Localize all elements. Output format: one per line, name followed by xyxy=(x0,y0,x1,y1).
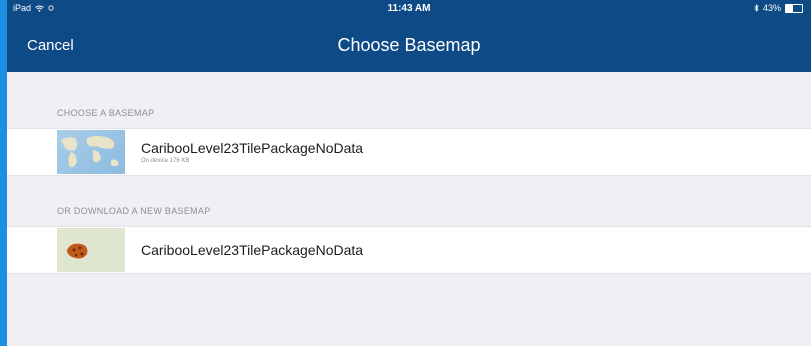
region-map-thumbnail-icon xyxy=(57,228,125,272)
world-map-thumbnail-icon xyxy=(57,130,125,174)
bluetooth-icon xyxy=(754,4,759,12)
battery-icon xyxy=(785,3,803,13)
basemap-row-text: CaribooLevel23TilePackageNoData On devic… xyxy=(141,140,363,164)
basemap-row-download[interactable]: CaribooLevel23TilePackageNoData xyxy=(7,226,811,274)
status-right: 43% xyxy=(754,3,803,13)
battery-fill xyxy=(786,4,793,12)
page-title: Choose Basemap xyxy=(337,35,481,55)
basemap-title: CaribooLevel23TilePackageNoData xyxy=(141,242,364,258)
basemap-title: CaribooLevel23TilePackageNoData xyxy=(141,140,364,156)
basemap-row-local[interactable]: CaribooLevel23TilePackageNoData On devic… xyxy=(7,128,811,176)
device-screen: iPad 11:43 AM 43% Cancel Choose Basemap … xyxy=(7,0,811,346)
section-header-download: OR DOWNLOAD A NEW BASEMAP xyxy=(57,206,211,216)
battery-percent: 43% xyxy=(762,3,781,13)
nav-bar: Cancel Choose Basemap xyxy=(7,17,811,72)
basemap-subtitle: On device 176 KB xyxy=(141,158,190,164)
status-bar: iPad 11:43 AM 43% xyxy=(7,0,811,17)
status-time: 11:43 AM xyxy=(387,3,431,14)
basemap-row-text: CaribooLevel23TilePackageNoData xyxy=(141,242,363,258)
section-header-choose: CHOOSE A BASEMAP xyxy=(57,108,155,118)
